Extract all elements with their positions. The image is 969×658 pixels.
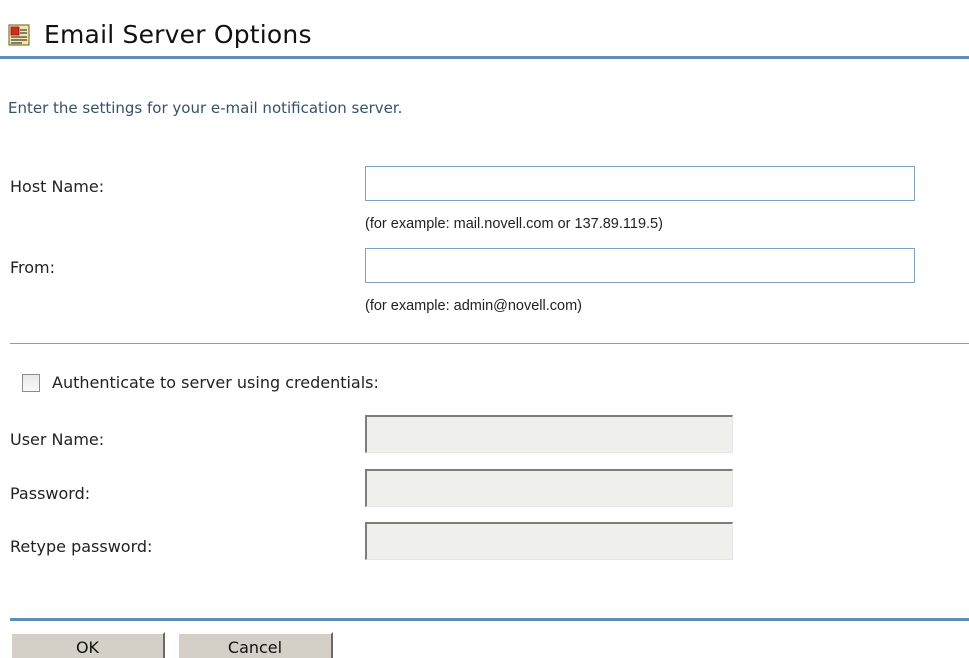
password-label: Password: — [10, 484, 91, 503]
cancel-button[interactable]: Cancel — [177, 632, 333, 658]
ok-button[interactable]: OK — [10, 632, 165, 658]
page-header: Email Server Options — [8, 14, 312, 54]
intro-text: Enter the settings for your e-mail notif… — [8, 99, 403, 117]
from-input[interactable] — [365, 248, 915, 283]
from-hint: (for example: admin@novell.com) — [365, 298, 582, 314]
authenticate-label: Authenticate to server using credentials… — [52, 373, 379, 392]
page-title: Email Server Options — [44, 19, 312, 49]
section-divider — [10, 343, 969, 344]
header-divider — [0, 56, 969, 59]
authenticate-row[interactable]: Authenticate to server using credentials… — [22, 373, 379, 392]
email-server-icon — [8, 24, 30, 46]
retype-password-label: Retype password: — [10, 537, 153, 556]
host-name-input[interactable] — [365, 166, 915, 201]
host-name-hint: (for example: mail.novell.com or 137.89.… — [365, 216, 663, 232]
retype-password-input[interactable] — [365, 522, 733, 560]
user-name-input[interactable] — [365, 415, 733, 453]
footer-divider — [10, 618, 969, 621]
user-name-label: User Name: — [10, 430, 105, 449]
host-name-label: Host Name: — [10, 177, 105, 196]
from-label: From: — [10, 258, 56, 277]
password-input[interactable] — [365, 469, 733, 507]
authenticate-checkbox[interactable] — [22, 373, 40, 392]
